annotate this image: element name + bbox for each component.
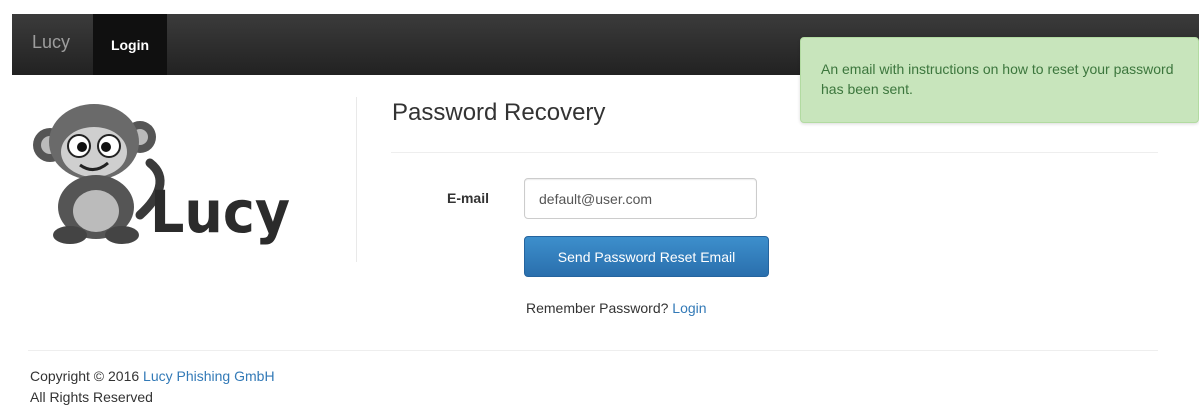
- footer-divider: [28, 350, 1158, 351]
- email-input[interactable]: [524, 178, 757, 219]
- copyright-text: Copyright © 2016: [30, 368, 140, 384]
- navbar-brand[interactable]: Lucy: [32, 32, 70, 53]
- lucy-logo: Lucy: [33, 104, 290, 246]
- nav-login-tab[interactable]: Login: [93, 14, 167, 75]
- email-label: E-mail: [446, 190, 489, 206]
- logo-text: Lucy: [150, 178, 290, 246]
- login-link[interactable]: Login: [672, 300, 706, 316]
- remember-password-label: Remember Password?: [526, 300, 669, 316]
- monkey-mascot-icon: [33, 104, 165, 244]
- success-alert: An email with instructions on how to res…: [800, 37, 1199, 123]
- vertical-divider: [356, 97, 357, 262]
- page-title: Password Recovery: [392, 99, 606, 126]
- send-reset-email-button[interactable]: Send Password Reset Email: [524, 236, 769, 277]
- remember-password-text: Remember Password? Login: [526, 300, 707, 316]
- rights-reserved: All Rights Reserved: [30, 389, 153, 405]
- title-divider: [391, 152, 1158, 153]
- company-link[interactable]: Lucy Phishing GmbH: [143, 368, 275, 384]
- copyright: Copyright © 2016 Lucy Phishing GmbH: [30, 368, 275, 384]
